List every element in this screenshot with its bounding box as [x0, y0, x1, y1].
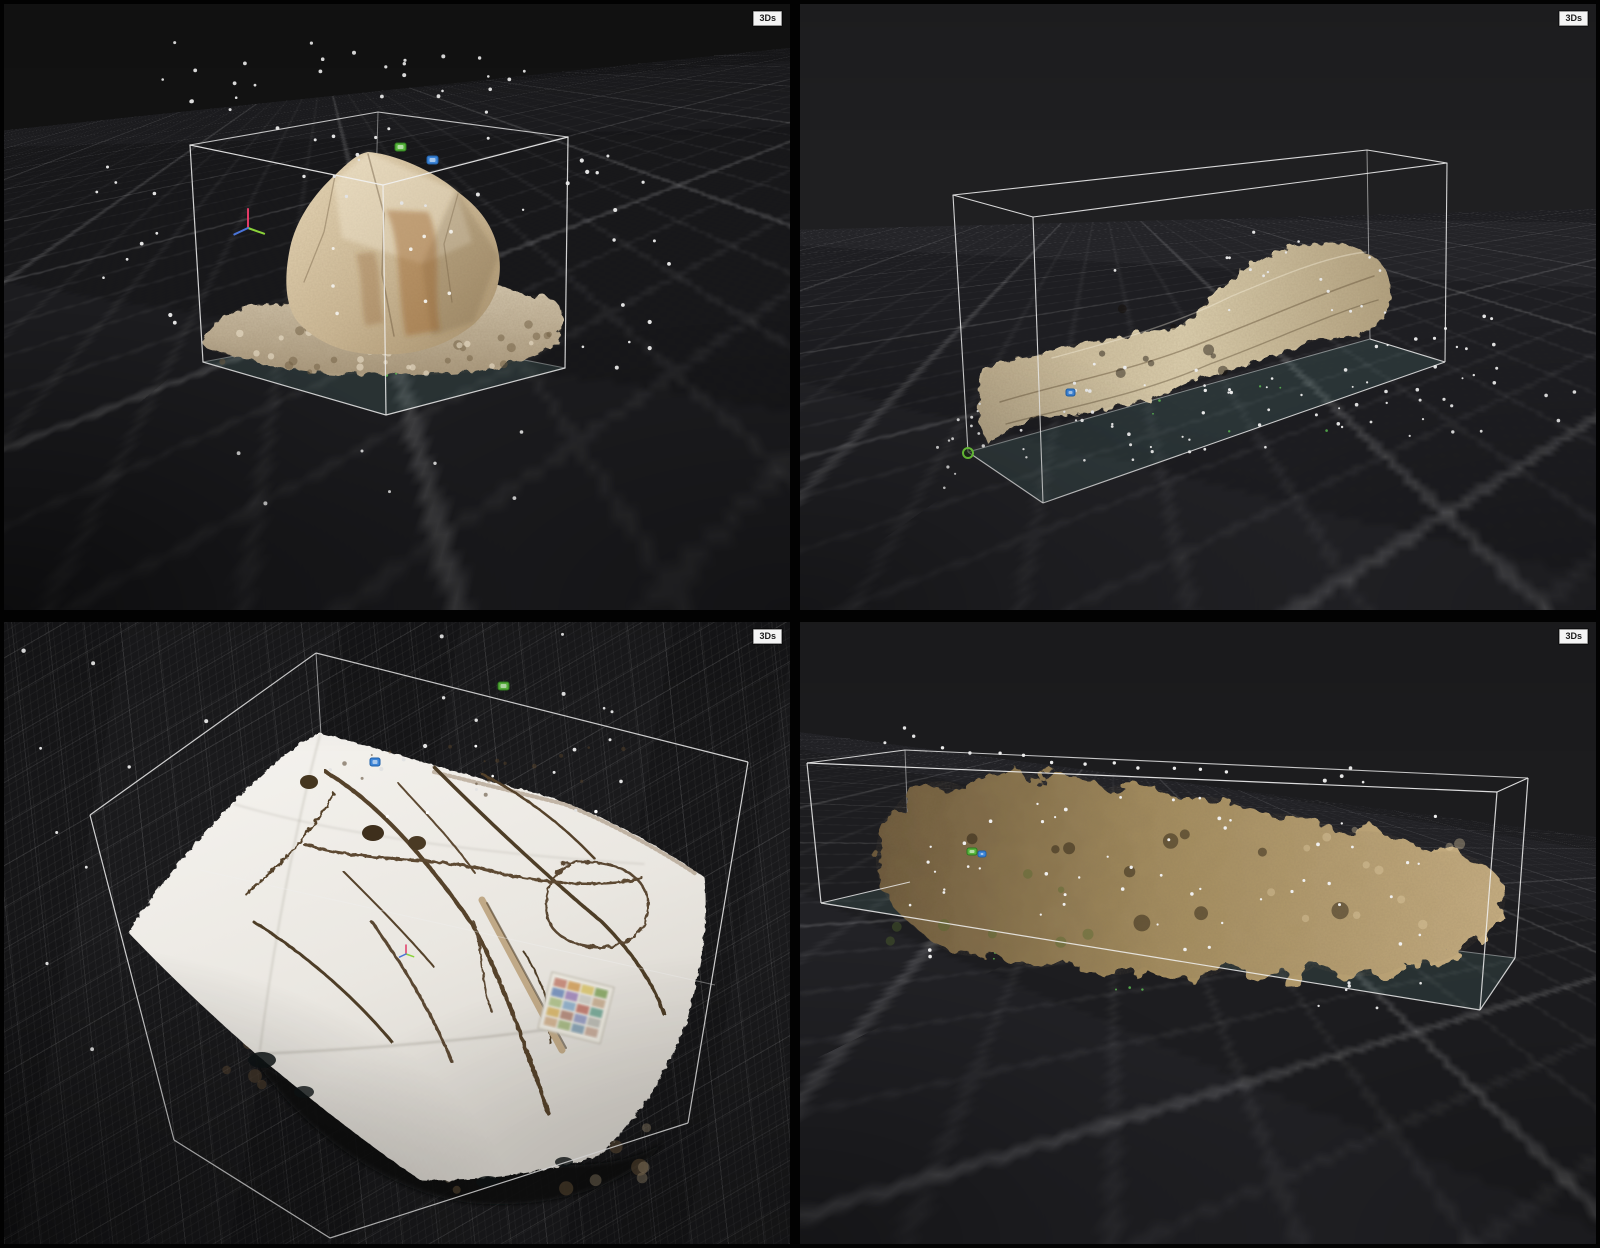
- constraint-point-green[interactable]: [962, 447, 974, 459]
- crop-box-left-top-edge: [806, 749, 906, 764]
- crop-box-edge[interactable]: [564, 136, 569, 369]
- control-point-marker-blue[interactable]: [1065, 388, 1076, 397]
- brush-pile-mesh-texture: [875, 770, 1506, 979]
- crop-box-edge[interactable]: [1444, 162, 1448, 363]
- camera-tie-points: [572, 706, 623, 812]
- viewport-3d-boulder[interactable]: 3Ds: [4, 4, 790, 610]
- crop-box-back-top-edges[interactable]: [189, 111, 569, 146]
- axes-gizmo[interactable]: [233, 208, 266, 236]
- view-mode-badge[interactable]: 3Ds: [1559, 629, 1588, 644]
- pinecone[interactable]: [408, 836, 426, 850]
- crop-box-left-vertical[interactable]: [89, 814, 175, 1141]
- scene-3d-canvas[interactable]: [4, 622, 790, 1244]
- view-mode-badge[interactable]: 3Ds: [1559, 11, 1588, 26]
- crop-box-top-face[interactable]: [952, 149, 1448, 218]
- camera-tie-points: [95, 165, 177, 325]
- viewport-3d-rock-ledge[interactable]: 3Ds: [800, 4, 1596, 610]
- crop-box-top-right-edge[interactable]: [315, 652, 749, 763]
- viewport-3d-fabric-sheet[interactable]: 3Ds: [4, 622, 790, 1244]
- camera-tie-points: [565, 154, 671, 370]
- camera-tie-points: [1450, 317, 1577, 434]
- camera-points-row: [940, 746, 1229, 774]
- sheet-edge-notch: [294, 1086, 314, 1098]
- pinecone[interactable]: [362, 825, 384, 841]
- camera-tie-points: [236, 430, 524, 506]
- pinecone[interactable]: [300, 775, 318, 789]
- scene-3d-canvas[interactable]: [800, 622, 1596, 1244]
- camera-tie-points: [161, 41, 526, 142]
- crop-box-bottom-edge[interactable]: [173, 1139, 331, 1239]
- scene-3d-canvas[interactable]: [4, 4, 790, 610]
- sheet-edge-notch: [555, 1157, 573, 1167]
- view-mode-badge[interactable]: 3Ds: [753, 629, 782, 644]
- scene-3d-canvas[interactable]: [800, 4, 1596, 610]
- control-point-marker-green[interactable]: [394, 142, 407, 152]
- crop-box-right-top-edge[interactable]: [1496, 777, 1529, 793]
- sheet-edge-notch: [248, 1052, 276, 1068]
- crop-box-edge[interactable]: [1514, 777, 1529, 959]
- control-point-marker-green[interactable]: [966, 847, 978, 856]
- control-point-marker-green[interactable]: [497, 681, 510, 691]
- crop-box-edge[interactable]: [952, 194, 969, 453]
- camera-tie-points: [45, 831, 94, 1052]
- camera-tie-points: [883, 726, 916, 745]
- sheet-edge-notch: [476, 1176, 500, 1188]
- camera-tie-points: [936, 437, 957, 490]
- app-window: 3Ds 3Ds 3Ds 3Ds: [0, 0, 1600, 1248]
- crop-box-back-vertical: [315, 652, 322, 736]
- fabric-sheet-mesh[interactable]: [128, 733, 706, 1181]
- crop-box-edge[interactable]: [806, 762, 822, 904]
- control-point-marker-blue[interactable]: [977, 850, 987, 858]
- view-mode-badge[interactable]: 3Ds: [753, 11, 782, 26]
- control-point-marker-blue[interactable]: [426, 155, 439, 165]
- crop-box-edge[interactable]: [189, 144, 204, 363]
- control-point-marker-blue[interactable]: [369, 757, 381, 767]
- viewport-3d-dry-brush[interactable]: 3Ds: [800, 622, 1596, 1244]
